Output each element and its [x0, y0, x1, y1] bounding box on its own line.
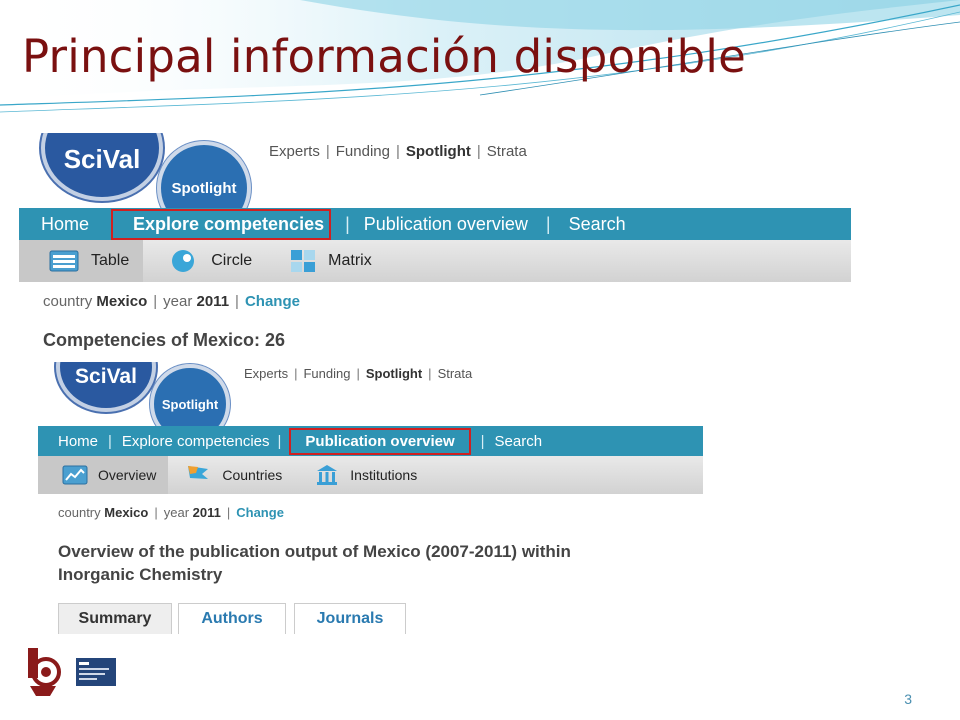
subtab-circle[interactable]: Circle [143, 240, 266, 282]
overview-chart-icon [62, 465, 88, 485]
nav-separator: | [108, 432, 112, 450]
secretaria-logo [76, 658, 116, 686]
nav-search[interactable]: Search [569, 214, 626, 235]
subtab-matrix[interactable]: Matrix [266, 240, 386, 282]
tab-authors[interactable]: Authors [178, 603, 286, 634]
filter-breadcrumb: country Mexico | year 2011 | Change [43, 293, 300, 310]
institution-crest-logo [28, 648, 61, 696]
nav-home[interactable]: Home [58, 433, 98, 450]
subtab-table[interactable]: Table [19, 240, 144, 282]
link-funding[interactable]: Funding [303, 366, 350, 381]
link-experts[interactable]: Experts [269, 143, 320, 160]
footer-logos [24, 646, 116, 698]
screenshot-publication-overview: SciVal Spotlight Experts | Funding | Spotlig… [38, 362, 703, 670]
slide-title: Principal información disponible [22, 30, 746, 83]
overview-heading: Overview of the publication output of Me… [58, 542, 571, 584]
nav-separator: | [480, 432, 485, 450]
nav-search[interactable]: Search [495, 433, 543, 450]
scival-logo: SciVal [41, 133, 163, 201]
link-strata[interactable]: Strata [487, 143, 527, 160]
table-icon [49, 250, 79, 272]
view-subtabs: Table Circle Matrix [19, 240, 851, 282]
main-nav: Home | Explore competencies | Publicatio… [38, 426, 703, 456]
nav-separator: | [277, 432, 282, 450]
institution-building-icon [317, 465, 338, 485]
top-links: Experts | Funding | Spotlight | Strata [269, 143, 527, 160]
matrix-icon [291, 250, 316, 272]
nav-publication-overview[interactable]: Publication overview [289, 427, 471, 455]
nav-publication-overview[interactable]: Publication overview [364, 214, 528, 235]
result-tabs: Summary Authors Journals [58, 603, 406, 634]
nav-home[interactable]: Home [41, 214, 89, 235]
nav-explore-competencies[interactable]: Explore competencies [122, 433, 270, 450]
page-number: 3 [904, 691, 912, 707]
flag-icon [188, 466, 209, 479]
link-experts[interactable]: Experts [244, 366, 288, 381]
top-links: Experts | Funding | Spotlight | Strata [244, 366, 473, 381]
screenshot-explore-competencies: SciVal Spotlight Experts | Funding | Spotlig… [19, 133, 851, 360]
nav-separator: | [345, 213, 350, 234]
link-funding[interactable]: Funding [336, 143, 390, 160]
circle-icon [172, 250, 195, 272]
main-nav: Home Explore competencies | Publication … [19, 208, 851, 240]
view-subtabs: Overview Countries Institutions [38, 456, 703, 494]
link-strata[interactable]: Strata [438, 366, 473, 381]
nav-explore-competencies[interactable]: Explore competencies [111, 208, 332, 240]
filter-breadcrumb: country Mexico | year 2011 | Change [58, 505, 284, 520]
nav-separator: | [545, 213, 551, 234]
link-spotlight[interactable]: Spotlight [406, 143, 471, 160]
competencies-heading: Competencies of Mexico: 26 [43, 330, 286, 350]
subtab-institutions[interactable]: Institutions [294, 456, 429, 494]
tab-journals[interactable]: Journals [294, 603, 406, 634]
tab-summary[interactable]: Summary [58, 603, 172, 634]
subtab-countries[interactable]: Countries [168, 456, 294, 494]
subtab-overview[interactable]: Overview [38, 456, 169, 494]
change-link[interactable]: Change [245, 293, 300, 310]
link-spotlight[interactable]: Spotlight [366, 366, 422, 381]
scival-logo: SciVal [56, 362, 156, 412]
change-link[interactable]: Change [236, 505, 284, 520]
